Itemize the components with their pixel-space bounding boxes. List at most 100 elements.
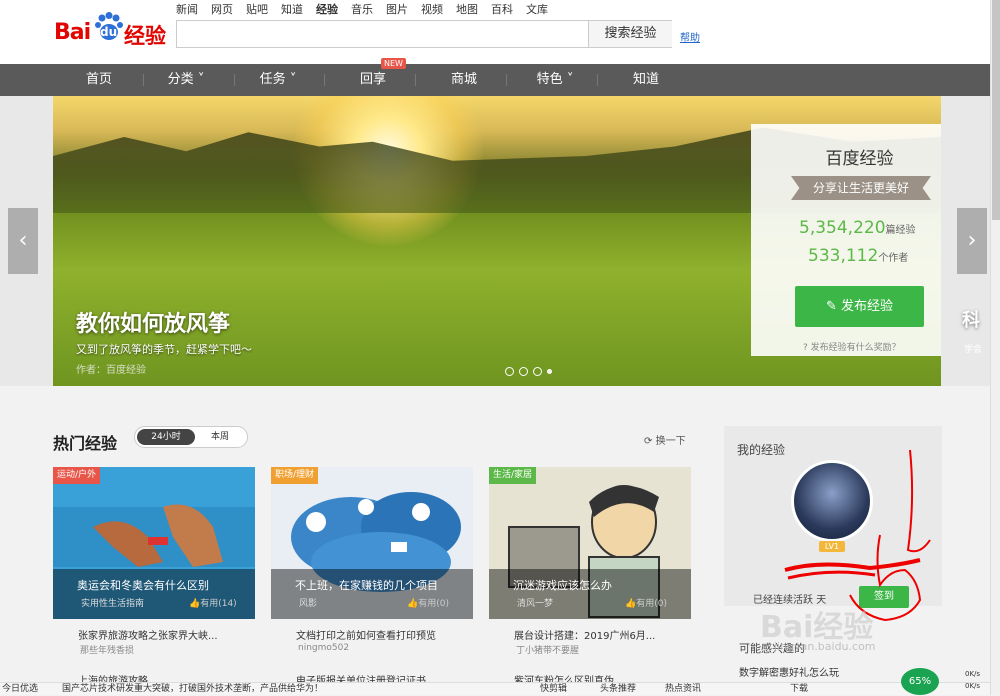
watermark-url: jingyan.baidu.com xyxy=(774,640,876,653)
scrollbar[interactable] xyxy=(990,0,1000,695)
list-item-author: 丁小猪带不要腥 xyxy=(516,646,580,656)
top-nav: 新闻 网页 贴吧 知道 经验 音乐 图片 视频 地图 百科 文库 xyxy=(176,1,548,17)
carousel-dot[interactable] xyxy=(505,367,514,376)
carousel-dots xyxy=(505,367,552,376)
top-nav-link[interactable]: 新闻 xyxy=(176,1,198,17)
refresh-label: 换一下 xyxy=(655,436,686,447)
top-nav-link[interactable]: 地图 xyxy=(456,1,478,17)
hot-card[interactable]: 生活/家居 沉迷游戏应该怎么办 清风一梦 👍有用(0) xyxy=(489,467,691,619)
search-input[interactable] xyxy=(177,21,587,47)
toutiao-button[interactable]: 头条推荐 xyxy=(600,683,636,696)
edit-icon: ✎ xyxy=(825,299,837,314)
chevron-down-icon: ˅ xyxy=(566,72,574,87)
scrollbar-thumb[interactable] xyxy=(992,0,1000,220)
chevron-down-icon: ˅ xyxy=(197,72,205,87)
baidu-logo[interactable]: Bai du 经验 xyxy=(54,8,166,48)
publish-button[interactable]: ✎ 发布经验 xyxy=(795,286,924,327)
top-nav-link[interactable]: 图片 xyxy=(386,1,408,17)
thumbs-up-icon: 👍 xyxy=(407,599,419,609)
card-title: 沉迷游戏应该怎么办 xyxy=(513,579,612,592)
hot-card[interactable]: 运动/户外 奥运会和冬奥会有什么区别 实用性生活指南 👍有用(14) xyxy=(53,467,255,619)
download-button[interactable]: 下载 xyxy=(790,683,808,696)
nav-mall[interactable]: 商城 xyxy=(424,64,504,96)
card-source: 清风一梦 xyxy=(517,599,554,609)
top-nav-link[interactable]: 文库 xyxy=(526,1,548,17)
help-link[interactable]: 帮助 xyxy=(680,29,700,44)
nav-task[interactable]: 任务 ˅ xyxy=(238,64,318,96)
card-likes: 👍有用(0) xyxy=(407,596,449,609)
exp-count-label: 篇经验 xyxy=(885,225,916,236)
stats-title: 百度经验 xyxy=(825,149,894,169)
thumbs-up-icon: 👍 xyxy=(625,599,637,609)
top-nav-link[interactable]: 视频 xyxy=(421,1,443,17)
slogan-ribbon: 分享让生活更美好 xyxy=(791,176,931,200)
publish-hint[interactable]: ? 发布经验有什么奖励？ xyxy=(803,340,901,353)
nav-divider xyxy=(415,74,416,86)
nav-divider xyxy=(234,74,235,86)
top-nav-link[interactable]: 贴吧 xyxy=(246,1,268,17)
banner-subtitle: 又到了放风筝的季节，赶紧学下吧～ xyxy=(76,343,252,356)
nav-zhidao[interactable]: 知道 xyxy=(606,64,686,96)
tab-week[interactable]: 本周 xyxy=(199,429,241,445)
nav-featured-label: 特色 xyxy=(536,72,563,87)
prev-arrow-icon[interactable]: ‹ xyxy=(8,208,38,274)
my-exp-title: 我的经验 xyxy=(737,443,786,457)
logo-du: du xyxy=(100,25,118,39)
top-nav-link[interactable]: 网页 xyxy=(211,1,233,17)
nav-divider xyxy=(143,74,144,86)
performance-indicator[interactable]: 65% xyxy=(901,668,939,695)
carousel-dot[interactable] xyxy=(519,367,528,376)
carousel-dot[interactable] xyxy=(547,369,552,374)
nav-category-label: 分类 xyxy=(167,72,194,87)
refresh-button[interactable]: ⟳ 换一下 xyxy=(644,432,686,447)
list-item-author: ningmo502 xyxy=(298,643,350,653)
carousel-dot[interactable] xyxy=(533,367,542,376)
banner-title[interactable]: 教你如何放风筝 xyxy=(76,306,230,338)
next-arrow-icon[interactable]: › xyxy=(957,208,987,274)
top-nav-link[interactable]: 知道 xyxy=(281,1,303,17)
banner-author: 作者：百度经验 xyxy=(76,365,146,376)
kuaijian-button[interactable]: 快剪辑 xyxy=(540,683,567,696)
list-item[interactable]: 展台设计搭建：2019广州6月... xyxy=(514,627,655,642)
nav-category[interactable]: 分类 ˅ xyxy=(146,64,226,96)
top-nav-link[interactable]: 音乐 xyxy=(351,1,373,17)
card-title: 不上班，在家赚钱的几个项目 xyxy=(295,579,438,592)
hot-news-button[interactable]: 热点资讯 xyxy=(665,683,701,696)
list-item-author: 那些年残香损 xyxy=(80,646,135,656)
browser-status-bar: 今日优选 国产芯片技术研发重大突破，打破国外技术垄断，产品供给华为！ 快剪辑 头… xyxy=(0,682,1000,695)
thumbs-up-icon: 👍 xyxy=(189,599,201,609)
stats-panel: 百度经验 分享让生活更美好 5,354,220篇经验 533,112个作者 ✎ … xyxy=(751,124,941,356)
logo-bai: Bai xyxy=(54,20,91,45)
header: Bai du 经验 新闻 网页 贴吧 知道 经验 音乐 图片 视频 地图 百科 … xyxy=(0,0,1000,64)
main-nav: 首页 分类 ˅ 任务 ˅ 回享 商城 特色 ˅ 知道 xyxy=(0,64,990,96)
exp-count: 5,354,220篇经验 xyxy=(799,218,916,238)
card-category: 职场/理财 xyxy=(271,467,319,484)
refresh-icon: ⟳ xyxy=(644,436,653,447)
publish-button-label: 发布经验 xyxy=(841,299,894,314)
top-nav-link-active[interactable]: 经验 xyxy=(316,1,338,17)
next-slide-title: 科 xyxy=(962,310,980,331)
exp-count-value: 5,354,220 xyxy=(799,218,886,238)
logo-jingyan: 经验 xyxy=(124,24,166,48)
list-item[interactable]: 文档打印之前如何查看打印预览 xyxy=(296,627,436,642)
maybe-interested-item[interactable]: 数字解密惠好礼怎么玩 xyxy=(739,664,839,679)
top-nav-link[interactable]: 百科 xyxy=(491,1,513,17)
card-likes: 👍有用(0) xyxy=(625,596,667,609)
network-speed: 0K/s 0K/s xyxy=(965,668,980,692)
list-item[interactable]: 张家界旅游攻略之张家界大峡... xyxy=(78,627,218,642)
search-box: 搜索经验 xyxy=(176,20,672,48)
author-count: 533,112个作者 xyxy=(808,246,908,266)
nav-featured[interactable]: 特色 ˅ xyxy=(515,64,595,96)
upload-speed: 0K/s xyxy=(965,670,981,678)
news-ticker[interactable]: 国产芯片技术研发重大突破，打破国外技术垄断，产品供给华为！ xyxy=(62,683,323,696)
search-button[interactable]: 搜索经验 xyxy=(588,21,672,47)
tab-24h[interactable]: 24小时 xyxy=(137,429,195,445)
card-likes: 👍有用(14) xyxy=(189,596,237,609)
card-source: 实用性生活指南 xyxy=(81,599,145,609)
nav-home[interactable]: 首页 xyxy=(59,64,139,96)
card-source: 风影 xyxy=(299,599,318,609)
hot-card[interactable]: 职场/理财 不上班，在家赚钱的几个项目 风影 👍有用(0) xyxy=(271,467,473,619)
today-picks[interactable]: 今日优选 xyxy=(2,683,38,696)
chevron-down-icon: ˅ xyxy=(289,72,297,87)
nav-divider xyxy=(597,74,598,86)
